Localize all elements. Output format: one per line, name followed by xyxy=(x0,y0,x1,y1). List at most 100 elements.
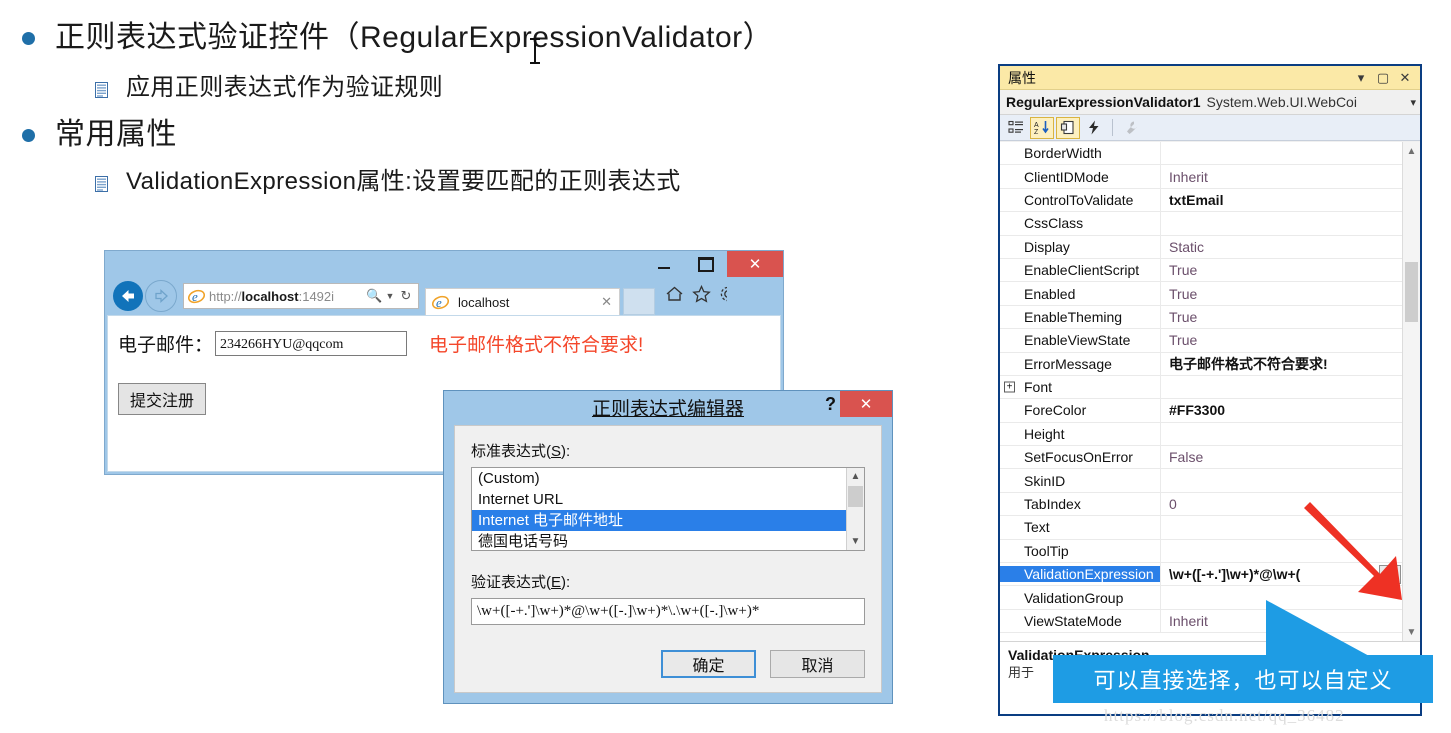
cancel-button[interactable]: 取消 xyxy=(770,650,865,678)
bullet-item-2: 应用正则表达式作为验证规则 xyxy=(95,74,443,103)
forward-button[interactable] xyxy=(145,280,177,312)
email-form-row: 电子邮件： 234266HYU@qqcom 电子邮件格式不符合要求! xyxy=(118,330,780,357)
minimize-button[interactable] xyxy=(643,251,685,277)
table-row[interactable]: BorderWidth xyxy=(1000,142,1403,166)
star-icon[interactable] xyxy=(692,284,711,308)
listbox-scrollbar[interactable]: ▲ ▼ xyxy=(846,468,864,550)
table-row[interactable]: ErrorMessage 电子邮件格式不符合要求! xyxy=(1000,352,1403,376)
property-name: SkinID xyxy=(1024,472,1066,489)
gear-icon[interactable] xyxy=(719,285,727,308)
property-value[interactable] xyxy=(1160,212,1403,235)
property-value[interactable]: True xyxy=(1160,329,1403,352)
panel-menu-icon[interactable]: ▾ xyxy=(1350,70,1372,86)
scrollbar-thumb[interactable] xyxy=(848,486,863,507)
scroll-down-icon[interactable]: ▼ xyxy=(1403,623,1420,641)
property-name: ValidationGroup xyxy=(1024,589,1124,606)
dialog-title: 正则表达式编辑器 xyxy=(591,398,744,420)
scroll-down-icon[interactable]: ▼ xyxy=(847,533,864,550)
table-row[interactable]: Height xyxy=(1000,422,1403,447)
property-value[interactable]: 电子邮件格式不符合要求! xyxy=(1160,352,1403,375)
property-name: ControlToValidate xyxy=(1024,191,1134,208)
chevron-down-icon[interactable]: ▾ xyxy=(1407,96,1416,109)
regex-editor-dialog: 正则表达式编辑器 ? ✕ 标准表达式(S): (Custom) Internet… xyxy=(443,390,893,704)
list-item[interactable]: Internet URL xyxy=(472,489,864,510)
svg-text:A: A xyxy=(1034,122,1039,129)
alphabetical-sort-icon[interactable]: AZ xyxy=(1030,116,1054,139)
bullet-text: 常用属性 xyxy=(55,118,177,151)
bullet-dot-icon xyxy=(22,32,35,45)
table-row[interactable]: Enabled True xyxy=(1000,282,1403,306)
properties-object-selector[interactable]: RegularExpressionValidator1 System.Web.U… xyxy=(1000,90,1420,115)
categorized-view-icon[interactable] xyxy=(1004,117,1028,139)
table-row[interactable]: ForeColor #FF3300 xyxy=(1000,399,1403,423)
home-icon[interactable] xyxy=(665,285,684,307)
property-value[interactable]: True xyxy=(1160,258,1403,282)
red-arrow xyxy=(1304,500,1414,605)
property-name: ErrorMessage xyxy=(1024,355,1112,372)
internet-explorer-icon: e xyxy=(187,288,206,305)
property-name: EnableTheming xyxy=(1024,308,1123,325)
list-item[interactable]: 德国电话号码 xyxy=(472,531,864,550)
window-controls: ✕ xyxy=(643,251,783,277)
table-row[interactable]: + Font xyxy=(1000,375,1403,400)
property-name: BorderWidth xyxy=(1024,145,1102,162)
table-row[interactable]: EnableClientScript True xyxy=(1000,258,1403,283)
property-value[interactable]: #FF3300 xyxy=(1160,399,1403,422)
property-value[interactable]: Static xyxy=(1160,235,1403,258)
property-value[interactable]: True xyxy=(1160,305,1403,329)
scroll-up-icon[interactable]: ▲ xyxy=(1403,142,1420,160)
refresh-icon[interactable]: ↻ xyxy=(398,288,414,304)
email-input[interactable]: 234266HYU@qqcom xyxy=(215,331,408,356)
back-button[interactable] xyxy=(113,281,143,311)
property-name: EnableViewState xyxy=(1024,332,1131,349)
validation-expression-label: 验证表达式(E): xyxy=(471,574,571,591)
browser-titlebar: ✕ xyxy=(105,251,783,277)
expand-icon[interactable]: + xyxy=(1004,381,1015,393)
panel-close-icon[interactable]: ✕ xyxy=(1394,70,1416,86)
new-tab-button[interactable] xyxy=(623,288,655,315)
table-row[interactable]: EnableViewState True xyxy=(1000,329,1403,353)
bullet-text: 应用正则表达式作为验证规则 xyxy=(126,74,444,101)
panel-maximize-icon[interactable]: ▢ xyxy=(1372,70,1394,86)
dialog-close-button[interactable]: ✕ xyxy=(840,391,892,417)
scrollbar-thumb[interactable] xyxy=(1405,262,1418,322)
maximize-button[interactable] xyxy=(685,251,727,277)
scroll-up-icon[interactable]: ▲ xyxy=(847,468,864,485)
properties-toolbar: AZ xyxy=(1000,115,1420,141)
table-row[interactable]: ClientIDMode Inherit xyxy=(1000,165,1403,189)
events-icon[interactable] xyxy=(1082,117,1106,139)
property-value[interactable]: txtEmail xyxy=(1160,188,1403,212)
table-row[interactable]: CssClass xyxy=(1000,212,1403,236)
property-value[interactable] xyxy=(1160,469,1403,492)
ok-button[interactable]: 确定 xyxy=(661,650,756,678)
help-button[interactable]: ? xyxy=(825,394,836,415)
search-icon[interactable]: 🔍 xyxy=(366,288,382,304)
list-item[interactable]: Internet 电子邮件地址 xyxy=(472,510,864,531)
address-bar[interactable]: e http://localhost:1492i 🔍 ▼ ↻ xyxy=(183,283,419,309)
list-square-icon xyxy=(95,82,108,98)
browser-tab[interactable]: e localhost ✕ xyxy=(425,288,620,315)
table-row[interactable]: EnableTheming True xyxy=(1000,305,1403,330)
close-button[interactable]: ✕ xyxy=(727,251,783,277)
object-name: RegularExpressionValidator1 xyxy=(1006,94,1201,110)
tab-close-icon[interactable]: ✕ xyxy=(598,294,615,310)
bullet-item-4: ValidationExpression属性:设置要匹配的正则表达式 xyxy=(95,168,681,197)
table-row[interactable]: SkinID xyxy=(1000,469,1403,493)
property-value[interactable]: Inherit xyxy=(1160,165,1403,188)
submit-button[interactable]: 提交注册 xyxy=(118,383,207,415)
bullet-item-1: 正则表达式验证控件（RegularExpressionValidator） xyxy=(22,20,773,56)
properties-page-icon[interactable] xyxy=(1056,116,1080,139)
list-item[interactable]: (Custom) xyxy=(472,468,864,489)
table-row[interactable]: ControlToValidate txtEmail xyxy=(1000,188,1403,213)
property-value[interactable]: False xyxy=(1160,446,1403,469)
validation-expression-input[interactable]: \w+([-+.']\w+)*@\w+([-.]\w+)*\.\w+([-.]\… xyxy=(471,598,865,625)
standard-expressions-listbox[interactable]: (Custom) Internet URL Internet 电子邮件地址 德国… xyxy=(471,467,865,551)
table-row[interactable]: SetFocusOnError False xyxy=(1000,446,1403,470)
table-row[interactable]: Display Static xyxy=(1000,235,1403,259)
property-value[interactable] xyxy=(1160,375,1403,399)
property-value[interactable] xyxy=(1160,142,1403,165)
property-name: EnableClientScript xyxy=(1024,262,1140,279)
chevron-down-icon[interactable]: ▼ xyxy=(382,291,398,301)
property-value[interactable] xyxy=(1160,422,1403,446)
property-value[interactable]: True xyxy=(1160,282,1403,305)
